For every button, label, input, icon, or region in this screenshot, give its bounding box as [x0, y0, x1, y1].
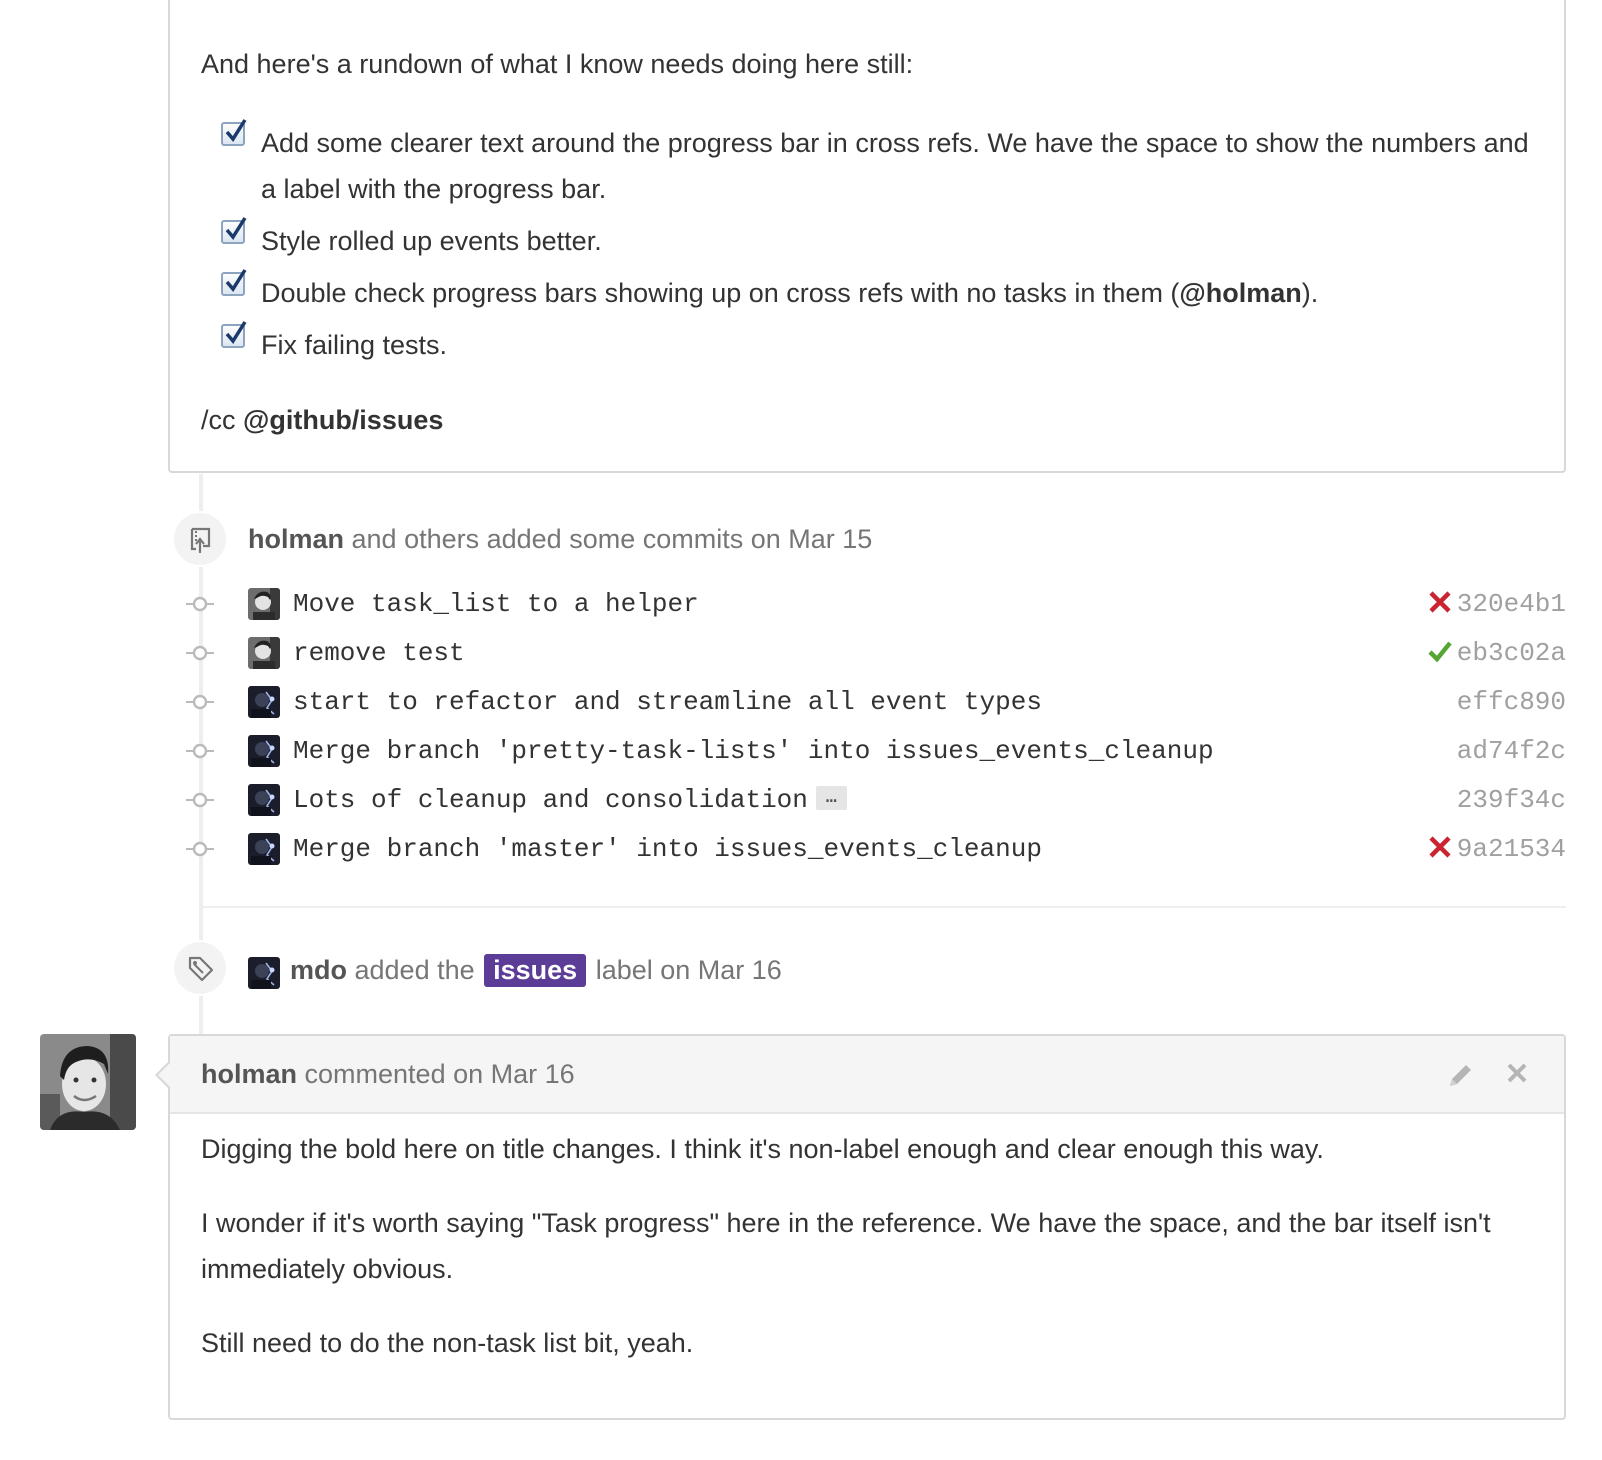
- comment-header: holman commented on Mar 16: [170, 1036, 1564, 1114]
- event-description: added the: [347, 955, 483, 985]
- task-list-item: Add some clearer text around the progres…: [221, 119, 1541, 212]
- expand-commit-button[interactable]: …: [815, 786, 847, 811]
- task-text: Double check progress bars showing up on…: [261, 278, 1180, 308]
- commit-meta: ad74f2c: [1457, 733, 1566, 769]
- avatar[interactable]: [248, 957, 280, 989]
- comment-pointer-inner: [158, 1063, 170, 1087]
- label-event-badge: [172, 940, 228, 996]
- task-text: Add some clearer text around the progres…: [261, 128, 1529, 204]
- task-list-item: Fix failing tests.: [221, 321, 1541, 368]
- comment-author-link[interactable]: holman: [201, 1059, 297, 1089]
- commit-node-icon: [186, 694, 214, 710]
- label-event-text: mdo added the issues label on Mar 16: [290, 952, 782, 988]
- checkmark-icon: [225, 269, 247, 292]
- avatar[interactable]: [248, 735, 280, 767]
- cc-line: /cc @github/issues: [201, 402, 443, 438]
- task-checkbox[interactable]: [221, 217, 247, 244]
- task-text-end: ).: [1301, 278, 1319, 308]
- avatar[interactable]: [248, 637, 280, 669]
- close-icon[interactable]: [1504, 1060, 1530, 1086]
- commit-sha-link[interactable]: 239f34c: [1457, 785, 1566, 815]
- cc-prefix: /cc: [201, 405, 244, 435]
- commit-row: Move task_list to a helper 320e4b1: [186, 584, 1566, 624]
- comment-box: holman commented on Mar 16 Digging the b…: [168, 1034, 1566, 1420]
- task-text: Fix failing tests.: [261, 330, 448, 360]
- commit-node-icon: [186, 792, 214, 808]
- commit-meta: eb3c02a: [1427, 635, 1566, 671]
- avatar[interactable]: [248, 588, 280, 620]
- checkmark-icon: [225, 119, 247, 142]
- commit-message-text[interactable]: Lots of cleanup and consolidation: [293, 785, 808, 815]
- event-author-link[interactable]: mdo: [290, 955, 347, 985]
- commit-row: remove test eb3c02a: [186, 633, 1566, 673]
- commit-message-link[interactable]: Move task_list to a helper: [293, 586, 699, 622]
- task-list-item: Double check progress bars showing up on…: [221, 269, 1541, 316]
- x-icon[interactable]: [1427, 589, 1453, 615]
- commit-message-link[interactable]: Merge branch 'master' into issues_events…: [293, 831, 1042, 867]
- commit-event-badge: [172, 511, 228, 567]
- commit-row: start to refactor and streamline all eve…: [186, 682, 1566, 722]
- issue-label[interactable]: issues: [484, 954, 587, 987]
- commit-message-link[interactable]: Lots of cleanup and consolidation …: [293, 782, 847, 818]
- repo-push-icon: [190, 527, 211, 553]
- tag-icon: [188, 956, 214, 982]
- commit-sha-link[interactable]: ad74f2c: [1457, 736, 1566, 766]
- x-icon[interactable]: [1427, 834, 1453, 860]
- avatar[interactable]: [248, 833, 280, 865]
- team-mention-link[interactable]: @github/issues: [243, 405, 443, 435]
- task-list-item: Style rolled up events better.: [221, 217, 1541, 264]
- task-text: Style rolled up events better.: [261, 226, 602, 256]
- commit-sha-link[interactable]: eb3c02a: [1457, 638, 1566, 668]
- task-checkbox[interactable]: [221, 321, 247, 348]
- comment-paragraph: I wonder if it's worth saying "Task prog…: [201, 1208, 1491, 1284]
- event-description: and others added some commits on Mar 15: [344, 524, 873, 554]
- comment-header-text: holman commented on Mar 16: [201, 1056, 575, 1092]
- task-checkbox[interactable]: [221, 269, 247, 296]
- avatar[interactable]: [248, 784, 280, 816]
- commit-node-icon: [186, 743, 214, 759]
- commit-node-icon: [186, 645, 214, 661]
- commit-meta: 320e4b1: [1427, 586, 1566, 622]
- user-mention-link[interactable]: @holman: [1179, 278, 1301, 308]
- comment-timestamp[interactable]: commented on Mar 16: [297, 1059, 575, 1089]
- timeline-divider: [203, 906, 1566, 908]
- task-checkbox[interactable]: [221, 119, 247, 146]
- avatar[interactable]: [40, 1034, 136, 1130]
- check-icon[interactable]: [1427, 638, 1453, 664]
- commit-meta: 9a21534: [1427, 831, 1566, 867]
- checkmark-icon: [225, 217, 247, 240]
- pencil-icon[interactable]: [1446, 1060, 1476, 1090]
- avatar[interactable]: [248, 686, 280, 718]
- commit-row: Merge branch 'pretty-task-lists' into is…: [186, 731, 1566, 771]
- commit-sha-link[interactable]: 320e4b1: [1457, 589, 1566, 619]
- event-author-link[interactable]: holman: [248, 524, 344, 554]
- commit-message-link[interactable]: remove test: [293, 635, 465, 671]
- commit-row: Merge branch 'master' into issues_events…: [186, 829, 1566, 869]
- commit-sha-link[interactable]: effc890: [1457, 687, 1566, 717]
- event-description-end: label on Mar 16: [588, 955, 782, 985]
- commit-message-link[interactable]: start to refactor and streamline all eve…: [293, 684, 1042, 720]
- commits-event-text: holman and others added some commits on …: [248, 521, 872, 557]
- task-list: Add some clearer text around the progres…: [221, 119, 1541, 374]
- commit-sha-link[interactable]: 9a21534: [1457, 834, 1566, 864]
- comment-paragraph: Still need to do the non-task list bit, …: [201, 1328, 694, 1358]
- commit-row: Lots of cleanup and consolidation … 239f3…: [186, 780, 1566, 820]
- commit-node-icon: [186, 596, 214, 612]
- commit-meta: 239f34c: [1457, 782, 1566, 818]
- comment-intro-text: And here's a rundown of what I know need…: [201, 49, 914, 79]
- commit-message-link[interactable]: Merge branch 'pretty-task-lists' into is…: [293, 733, 1214, 769]
- checkmark-icon: [225, 321, 247, 344]
- comment-paragraph: Digging the bold here on title changes. …: [201, 1134, 1324, 1164]
- commit-node-icon: [186, 841, 214, 857]
- commit-meta: effc890: [1457, 684, 1566, 720]
